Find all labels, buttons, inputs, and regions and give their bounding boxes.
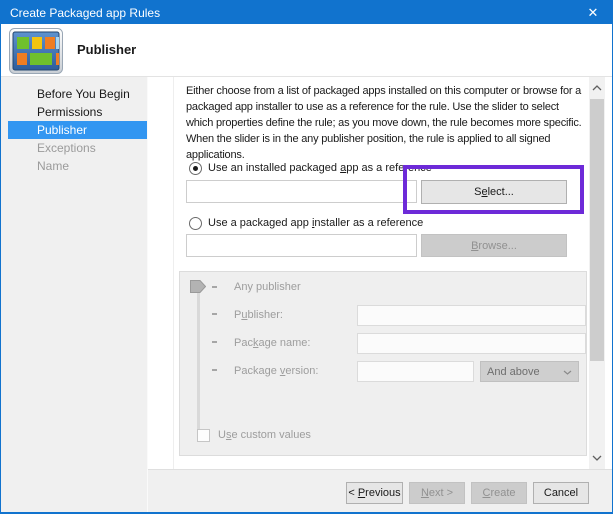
create-packaged-app-rules-dialog: Create Packaged app Rules ✕ Publisher Be… [0,0,613,514]
publisher-properties-groupbox: Any publisher Publisher: Package name: P… [179,271,587,456]
wizard-step-list: Before You Begin Permissions Publisher E… [1,77,148,512]
slider-tick [212,286,217,288]
chevron-down-icon [563,366,572,378]
specificity-slider-track [197,293,200,441]
installed-app-radio-label[interactable]: Use an installed packaged app as a refer… [208,161,432,176]
slider-tick [212,341,217,343]
package-version-field-label: Package version: [234,365,319,377]
package-name-input [357,333,586,354]
cancel-button[interactable]: Cancel [533,482,589,504]
installed-app-radio[interactable] [189,162,202,175]
content-pane-border [173,77,174,469]
browse-button: Browse... [421,234,567,257]
title-bar: Create Packaged app Rules ✕ [1,1,612,24]
publisher-input [357,305,586,326]
package-name-field-label: Package name: [234,337,311,349]
slider-tick [212,369,217,371]
use-custom-values-checkbox [197,429,210,442]
sidebar-item-publisher[interactable]: Publisher [8,121,147,139]
any-publisher-label: Any publisher [234,281,301,293]
version-scope-dropdown: And above [480,361,579,382]
create-button: Create [471,482,527,504]
installed-app-reference-input[interactable] [186,180,417,203]
page-title: Publisher [77,42,137,57]
installer-radio[interactable] [189,217,202,230]
close-icon[interactable]: ✕ [578,1,608,24]
package-version-input [357,361,474,382]
installer-reference-input[interactable] [186,234,417,257]
use-custom-values-label: Use custom values [218,429,311,441]
annotation-highlight-rectangle [403,165,584,214]
next-button: Next > [409,482,465,504]
content-scrollbar[interactable] [589,77,605,469]
slider-tick [212,313,217,315]
scrollbar-thumb[interactable] [590,99,604,361]
sidebar-item-permissions[interactable]: Permissions [8,103,147,121]
previous-button[interactable]: < Previous [346,482,403,504]
scroll-up-icon[interactable] [589,81,605,95]
packaged-app-tiles-icon [9,28,63,74]
sidebar-item-name: Name [37,159,70,173]
window-title: Create Packaged app Rules [10,5,161,20]
specificity-slider-handle [190,280,207,293]
sidebar-item-before-you-begin[interactable]: Before You Begin [8,85,147,103]
installer-radio-label[interactable]: Use a packaged app installer as a refere… [208,216,423,231]
sidebar-item-exceptions: Exceptions [37,141,96,155]
scroll-down-icon[interactable] [589,451,605,465]
instruction-text: Either choose from a list of packaged ap… [186,85,582,161]
publisher-field-label: Publisher: [234,309,283,321]
